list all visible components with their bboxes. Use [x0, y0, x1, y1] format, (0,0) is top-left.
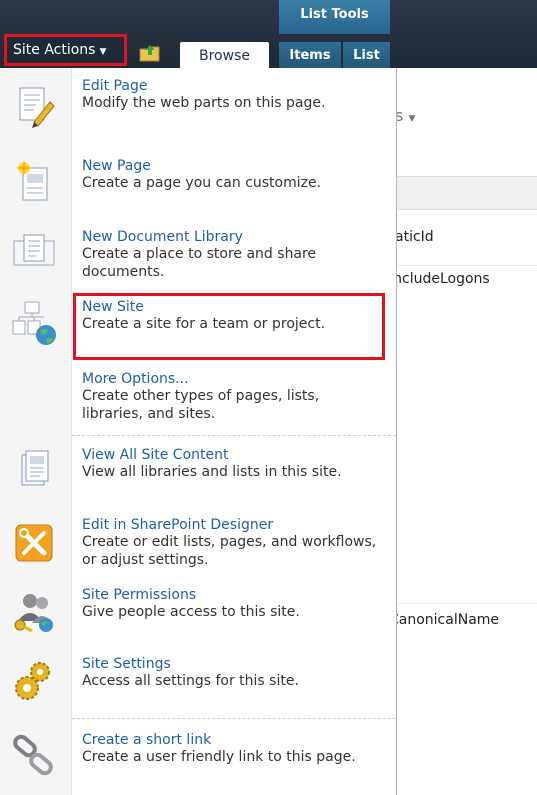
site-content-icon: [10, 447, 58, 495]
menu-item-new-document-library[interactable]: New Document Library Create a place to s…: [0, 229, 395, 284]
new-page-icon: [10, 158, 58, 206]
menu-item-new-site[interactable]: New Site Create a site for a team or pro…: [0, 299, 395, 354]
row-divider: [395, 603, 537, 604]
list-header-bar: [395, 176, 537, 210]
menu-item-create-short-link[interactable]: Create a short link Create a user friend…: [0, 732, 395, 792]
menu-item-site-permissions[interactable]: Site Permissions Give people access to t…: [0, 587, 395, 642]
menu-item-title: Edit Page: [82, 78, 148, 94]
tab-browse[interactable]: Browse: [180, 42, 269, 68]
menu-item-title: New Site: [82, 299, 144, 315]
document-library-icon: [10, 229, 58, 277]
ribbon: List Tools Site Actions ▼ Browse Items Li…: [0, 0, 537, 68]
menu-item-title: New Page: [82, 158, 151, 174]
site-actions-menu: Edit Page Modify the web parts on this p…: [0, 68, 397, 795]
list-cell-fragment-2: CanonicalName: [389, 612, 500, 628]
menu-item-new-page[interactable]: New Page Create a page you can customize…: [0, 158, 395, 213]
gears-icon: [10, 656, 58, 704]
view-selector-fragment[interactable]: s ▼: [395, 106, 415, 125]
menu-item-description: Create a page you can customize.: [82, 175, 322, 191]
menu-item-description: Create a place to store and share docume…: [82, 246, 317, 280]
column-header-fragment: aticId: [395, 229, 434, 245]
menu-item-description: Create a site for a team or project.: [82, 316, 326, 332]
menu-item-title: View All Site Content: [82, 447, 229, 463]
new-site-icon: [10, 299, 58, 347]
edit-page-icon: [10, 82, 58, 130]
chevron-down-icon: ▼: [99, 47, 107, 57]
tab-list[interactable]: List: [343, 42, 390, 68]
menu-item-title: Site Permissions: [82, 587, 197, 603]
site-actions-button[interactable]: Site Actions ▼: [4, 34, 127, 66]
menu-item-title: Site Settings: [82, 656, 171, 672]
permissions-icon: [10, 587, 58, 635]
menu-item-site-settings[interactable]: Site Settings Access all settings for th…: [0, 656, 395, 711]
menu-item-title: Create a short link: [82, 732, 212, 748]
chain-link-icon: [10, 732, 58, 780]
menu-item-view-all-site-content[interactable]: View All Site Content View all libraries…: [0, 447, 395, 502]
sharepoint-designer-icon: [10, 519, 58, 567]
menu-item-description: Create a user friendly link to this page…: [82, 749, 356, 765]
navigate-up-icon[interactable]: [139, 43, 161, 67]
menu-item-description: Modify the web parts on this page.: [82, 95, 326, 111]
menu-item-description: Create other types of pages, lists, libr…: [82, 388, 320, 422]
menu-item-edit-in-sharepoint-designer[interactable]: Edit in SharePoint Designer Create or ed…: [0, 517, 395, 572]
menu-item-description: View all libraries and lists in this sit…: [82, 464, 342, 480]
menu-separator: [72, 435, 396, 436]
site-actions-label: Site Actions: [13, 42, 96, 58]
row-divider: [395, 265, 537, 266]
menu-item-edit-page[interactable]: Edit Page Modify the web parts on this p…: [0, 78, 395, 133]
menu-item-description: Access all settings for this site.: [82, 673, 299, 689]
list-cell-fragment-1: IncludeLogons: [389, 271, 490, 287]
menu-item-description: Create or edit lists, pages, and workflo…: [82, 534, 377, 568]
menu-item-title: More Options...: [82, 371, 189, 387]
menu-item-more-options[interactable]: More Options... Create other types of pa…: [0, 371, 395, 426]
tab-items[interactable]: Items: [279, 42, 341, 68]
menu-item-title: Edit in SharePoint Designer: [82, 517, 274, 533]
list-tools-group-label: List Tools: [279, 0, 390, 34]
menu-separator: [72, 718, 396, 719]
menu-item-title: New Document Library: [82, 229, 243, 245]
menu-item-description: Give people access to this site.: [82, 604, 300, 620]
